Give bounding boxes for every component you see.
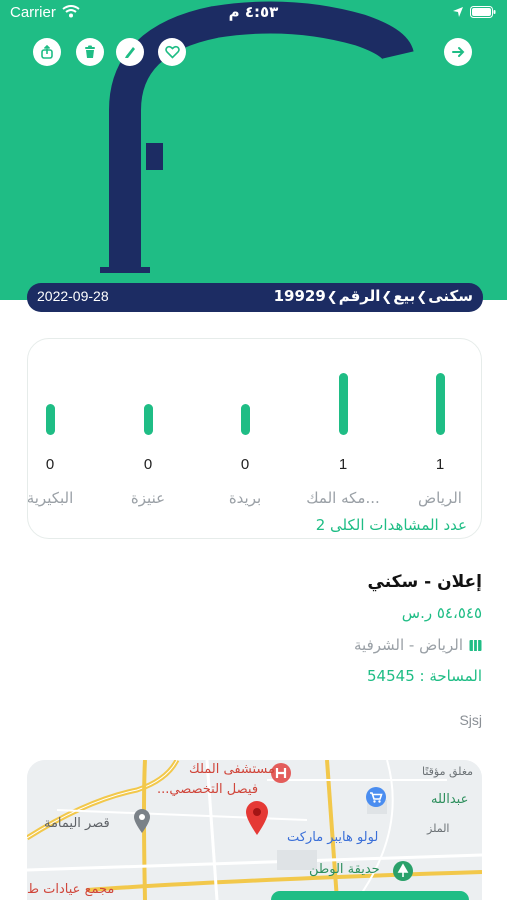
arrow-right-icon <box>452 47 465 57</box>
breadcrumb-item: سكنى <box>428 287 473 305</box>
map-action-button[interactable] <box>271 891 469 900</box>
views-bar <box>240 404 250 435</box>
listing-area: المساحة : 54545 <box>367 667 482 685</box>
views-bar <box>143 404 153 435</box>
views-count: 1 <box>435 456 445 473</box>
city-label: عنيزة <box>130 489 166 507</box>
city-label: بريدة <box>228 489 262 507</box>
map-label-malaz: الملز <box>427 822 450 835</box>
edit-button[interactable] <box>116 38 144 66</box>
views-count: 0 <box>45 456 55 473</box>
favorite-button[interactable] <box>158 38 186 66</box>
heart-icon <box>164 45 180 59</box>
views-count: 1 <box>338 456 348 473</box>
breadcrumb: 2022-09-28 19929❮الرقم❮بيع❮سكنى <box>27 283 483 312</box>
map-label-complex: مجمع عيادات ط <box>27 882 115 897</box>
location-arrow-icon <box>453 7 463 17</box>
views-count: 0 <box>143 456 153 473</box>
back-button[interactable] <box>444 38 472 66</box>
map-label-palace: قصر اليمامة <box>44 816 110 831</box>
views-bar <box>435 373 445 435</box>
views-bar <box>45 404 55 435</box>
delete-button[interactable] <box>76 38 104 66</box>
map-label-abdullah: عبدالله <box>431 792 469 807</box>
pencil-icon <box>125 47 135 58</box>
battery-icon <box>470 6 496 18</box>
breadcrumb-item: الرقم <box>338 287 381 305</box>
listing-title: إعلان - سكني <box>367 572 483 592</box>
chevron-left-icon: ❮ <box>381 290 393 305</box>
views-bar <box>338 373 348 435</box>
share-icon <box>41 45 53 59</box>
location-text: الرياض - الشرفية <box>354 636 463 654</box>
hero-image: Carrier ٤:٥٣ م <box>0 0 507 300</box>
map-icon <box>469 639 482 651</box>
breadcrumb-item: 19929 <box>273 287 326 305</box>
map-label-hospital-2: فيصل التخصصي... <box>157 782 259 797</box>
listing-date: 2022-09-28 <box>37 288 109 304</box>
location-map[interactable]: مستشفى الملك فيصل التخصصي... مغلق مؤقتًا… <box>27 760 482 900</box>
chevron-left-icon: ❮ <box>326 290 338 305</box>
map-label-closed: مغلق مؤقتًا <box>422 765 474 778</box>
place-pin-icon <box>134 809 150 833</box>
status-bar: Carrier ٤:٥٣ م <box>0 0 507 28</box>
clock: ٤:٥٣ م <box>228 3 279 21</box>
city-label: مكه المك... <box>306 489 380 507</box>
share-button[interactable] <box>33 38 61 66</box>
city-label: الرياض <box>418 489 462 507</box>
location-marker-icon <box>246 801 268 835</box>
breadcrumb-trail: 19929❮الرقم❮بيع❮سكنى <box>274 287 473 305</box>
total-views-label: عدد المشاهدات الكلى 2 <box>315 516 467 534</box>
views-stats-card: عدد المشاهدات الكلى 2 1 الرياض 1 مكه المك..… <box>27 338 482 539</box>
map-label-hospital: مستشفى الملك <box>189 762 275 777</box>
shopping-cart-icon <box>366 787 386 807</box>
breadcrumb-item: بيع <box>393 287 416 305</box>
city-label: البكيرية <box>27 489 74 507</box>
logo-graphic <box>100 1 414 273</box>
trash-icon <box>85 45 95 58</box>
map-label-lulu: لولو هايبر ماركت <box>287 830 379 845</box>
listing-description: Sjsj <box>459 712 482 728</box>
map-label-park: حديقة الوطن <box>309 862 380 877</box>
park-icon <box>393 861 413 881</box>
chevron-left-icon: ❮ <box>416 290 428 305</box>
views-count: 0 <box>240 456 250 473</box>
listing-location: الرياض - الشرفية <box>354 636 482 654</box>
listing-price: ٥٤،٥٤٥ ر.س <box>401 604 482 622</box>
